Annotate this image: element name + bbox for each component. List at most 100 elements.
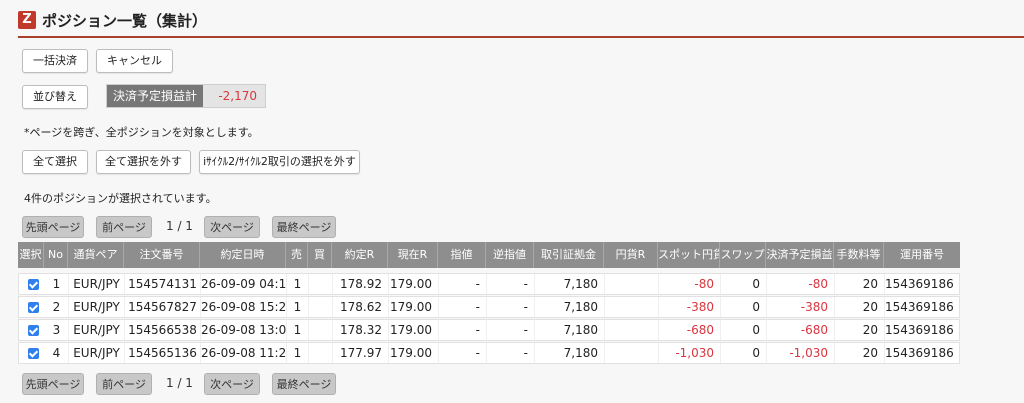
cell-limit: - <box>439 297 487 317</box>
col-order-no: 注文番号 <box>124 242 200 268</box>
col-exec-rate: 約定R <box>332 242 388 268</box>
col-pair: 通貨ペア <box>68 242 124 268</box>
deselect-cycle-button[interactable]: iｻｲｸﾙ2/ｻｲｸﾙ2取引の選択を外す <box>199 150 360 174</box>
col-select: 選択 <box>18 242 44 268</box>
row-checkbox[interactable] <box>28 325 39 336</box>
cell-current-rate: 179.00 <box>389 320 439 340</box>
cell-current-rate: 179.00 <box>389 343 439 363</box>
cell-buy <box>309 297 333 317</box>
cell-sell: 1 <box>287 274 309 294</box>
prev-page-button-top[interactable]: 前ページ <box>96 216 152 238</box>
col-no: No <box>44 242 68 268</box>
cross-page-notice: *ページを跨ぎ、全ポジションを対象とします。 <box>24 126 259 139</box>
col-limit: 指値 <box>438 242 486 268</box>
prev-page-button-bottom[interactable]: 前ページ <box>96 373 152 395</box>
cancel-button[interactable]: キャンセル <box>96 49 173 73</box>
col-pnl: 決済予定損益 <box>766 242 834 268</box>
bulk-settle-button[interactable]: 一括決済 <box>22 49 88 73</box>
page-indicator-top: 1 / 1 <box>166 219 193 233</box>
cell-yen-rate <box>605 274 659 294</box>
col-sell: 売 <box>286 242 308 268</box>
cell-spot-yen: -680 <box>659 320 721 340</box>
last-page-button-bottom[interactable]: 最終ページ <box>272 373 336 395</box>
cell-fee: 20 <box>835 274 885 294</box>
cell-order-no: 154565136 <box>125 343 201 363</box>
col-fee: 手数料等 <box>834 242 884 268</box>
cell-swap: 0 <box>721 297 767 317</box>
cell-spot-yen: -1,030 <box>659 343 721 363</box>
cell-exec-rate: 178.62 <box>333 297 389 317</box>
row-checkbox[interactable] <box>28 302 39 313</box>
col-buy: 買 <box>308 242 332 268</box>
cell-no: 1 <box>45 274 69 294</box>
cell-current-rate: 179.00 <box>389 274 439 294</box>
cell-stop: - <box>487 320 535 340</box>
cell-pair: EUR/JPY <box>69 343 125 363</box>
cell-order-no: 154566538 <box>125 320 201 340</box>
cell-no: 4 <box>45 343 69 363</box>
col-margin: 取引証拠金 <box>534 242 604 268</box>
row-checkbox[interactable] <box>28 348 39 359</box>
cell-datetime: 26-09-08 11:22 <box>201 343 287 363</box>
cell-datetime: 26-09-08 13:03 <box>201 320 287 340</box>
cell-yen-rate <box>605 320 659 340</box>
cell-buy <box>309 274 333 294</box>
cell-stop: - <box>487 297 535 317</box>
settlement-pnl-summary: 決済予定損益計 -2,170 <box>106 84 266 108</box>
summary-value: -2,170 <box>218 89 257 103</box>
col-spot-yen: スポット円貨 <box>658 242 720 268</box>
cell-limit: - <box>439 343 487 363</box>
table-row: 2 EUR/JPY 154567827 26-09-08 15:20 1 178… <box>18 296 960 318</box>
cell-exec-rate: 178.92 <box>333 274 389 294</box>
next-page-button-bottom[interactable]: 次ページ <box>204 373 260 395</box>
cell-fee: 20 <box>835 320 885 340</box>
cell-no: 3 <box>45 320 69 340</box>
cell-exec-rate: 178.32 <box>333 320 389 340</box>
cell-margin: 7,180 <box>535 297 605 317</box>
col-yen-rate: 円貨R <box>604 242 658 268</box>
selected-count-text: 4件のポジションが選択されています。 <box>24 192 217 205</box>
cell-limit: - <box>439 320 487 340</box>
row-checkbox[interactable] <box>28 279 39 290</box>
next-page-button-top[interactable]: 次ページ <box>204 216 260 238</box>
cell-op-no: 154369186 <box>885 346 954 360</box>
select-all-button[interactable]: 全て選択 <box>22 150 88 174</box>
cell-swap: 0 <box>721 343 767 363</box>
last-page-button-top[interactable]: 最終ページ <box>272 216 336 238</box>
cell-pnl: -1,030 <box>767 343 835 363</box>
cell-swap: 0 <box>721 274 767 294</box>
col-current-rate: 現在R <box>388 242 438 268</box>
table-row: 1 EUR/JPY 154574131 26-09-09 04:16 1 178… <box>18 273 960 295</box>
cell-limit: - <box>439 274 487 294</box>
title-bar: Z ポジション一覧（集計） <box>18 8 1024 38</box>
cell-yen-rate <box>605 343 659 363</box>
cell-pair: EUR/JPY <box>69 320 125 340</box>
cell-swap: 0 <box>721 320 767 340</box>
cell-op-no: 154369186 <box>885 277 954 291</box>
cell-pnl: -380 <box>767 297 835 317</box>
cell-sell: 1 <box>287 320 309 340</box>
cell-op-no: 154369186 <box>885 300 954 314</box>
cell-sell: 1 <box>287 343 309 363</box>
sort-button[interactable]: 並び替え <box>22 85 88 109</box>
cell-datetime: 26-09-09 04:16 <box>201 274 287 294</box>
cell-stop: - <box>487 343 535 363</box>
cell-yen-rate <box>605 297 659 317</box>
cell-datetime: 26-09-08 15:20 <box>201 297 287 317</box>
cell-pair: EUR/JPY <box>69 297 125 317</box>
cell-spot-yen: -380 <box>659 297 721 317</box>
col-swap: スワップ <box>720 242 766 268</box>
summary-label: 決済予定損益計 <box>107 85 203 107</box>
page-indicator-bottom: 1 / 1 <box>166 376 193 390</box>
cell-stop: - <box>487 274 535 294</box>
cell-pair: EUR/JPY <box>69 274 125 294</box>
col-op-no: 運用番号 <box>900 248 944 261</box>
positions-table-header: 選択 No 通貨ペア 注文番号 約定日時 売 買 約定R 現在R 指値 逆指値 … <box>18 242 960 268</box>
page-title: ポジション一覧（集計） <box>42 12 208 30</box>
first-page-button-bottom[interactable]: 先頭ページ <box>22 373 84 395</box>
cell-no: 2 <box>45 297 69 317</box>
cell-margin: 7,180 <box>535 320 605 340</box>
cell-current-rate: 179.00 <box>389 297 439 317</box>
first-page-button-top[interactable]: 先頭ページ <box>22 216 84 238</box>
deselect-all-button[interactable]: 全て選択を外す <box>96 150 191 174</box>
